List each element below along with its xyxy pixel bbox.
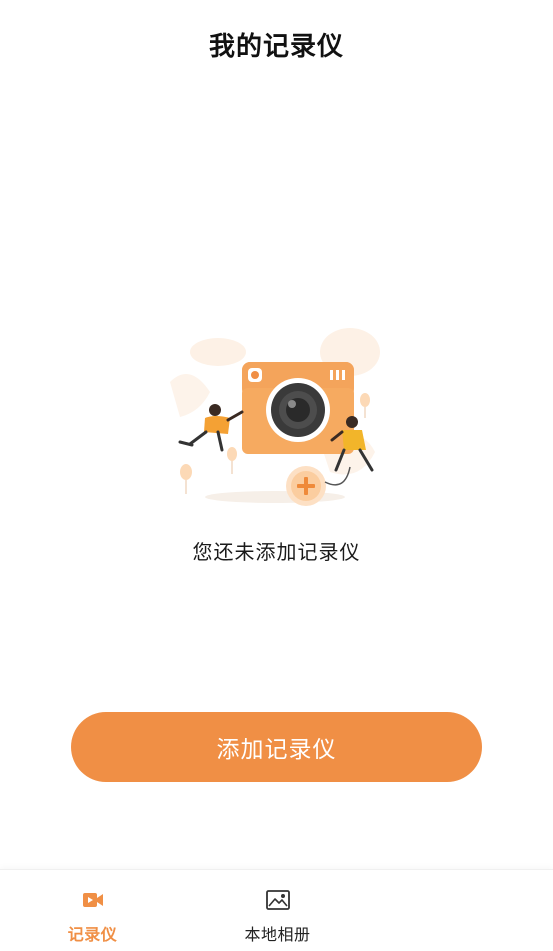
- image-icon: [185, 888, 370, 912]
- tab-local-album[interactable]: 本地相册: [185, 870, 370, 951]
- bottom-tabbar: 记录仪 本地相册: [0, 869, 553, 951]
- camera-add-illustration: [160, 322, 390, 512]
- video-camera-icon: [0, 888, 185, 912]
- screen: 我的记录仪 您还未添加记录仪 添加记录仪 记录仪 本地相册: [0, 0, 553, 951]
- page-title: 我的记录仪: [208, 32, 344, 62]
- tab-local-album-label: 本地相册: [244, 925, 311, 944]
- tab-recorder-label: 记录仪: [67, 925, 118, 944]
- tab-recorder[interactable]: 记录仪: [0, 870, 185, 951]
- add-recorder-button[interactable]: 添加记录仪: [71, 712, 482, 782]
- empty-state-message: 您还未添加记录仪: [192, 540, 361, 564]
